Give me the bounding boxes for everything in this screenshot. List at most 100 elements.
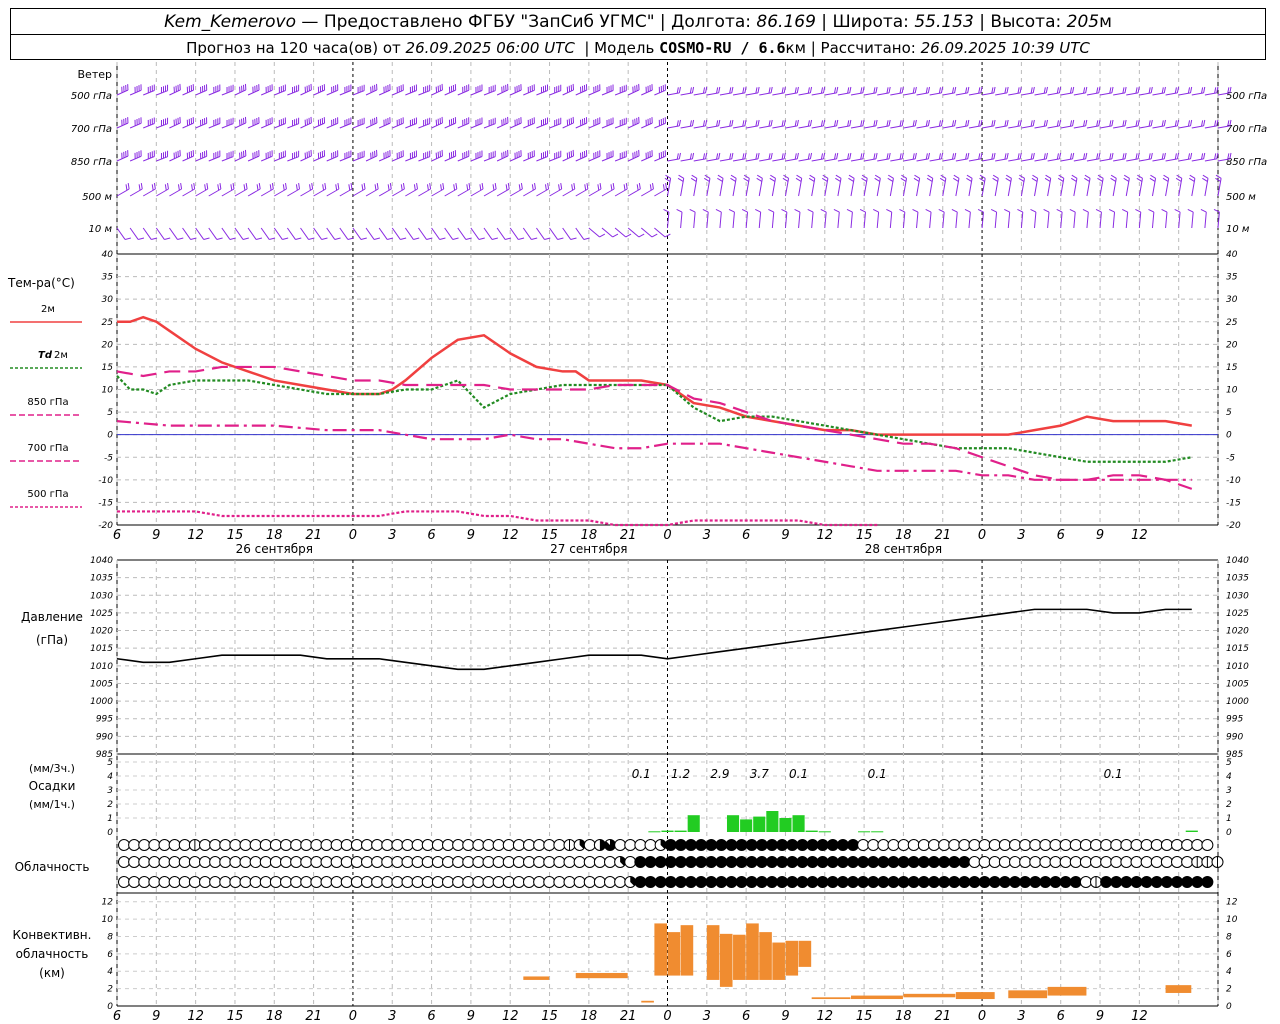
- cloud-symbol: [1181, 839, 1194, 851]
- cloud-symbol: [998, 839, 1011, 851]
- wind-barb-feather: [1163, 174, 1169, 179]
- conv-axis-title: Конвективн.: [13, 928, 92, 942]
- wind-barb-feather: [729, 120, 732, 127]
- cloud-symbol-overcast: [705, 876, 718, 888]
- wind-barb-feather: [781, 208, 788, 213]
- conv-axis-title-2: облачность: [16, 947, 89, 961]
- wind-barb-shaft: [1073, 212, 1076, 229]
- temp-y-tick-label: 25: [102, 318, 114, 328]
- wind-barb-feather: [665, 174, 671, 179]
- wind-barb-feather: [636, 184, 639, 191]
- wind-barb-shaft: [1165, 212, 1168, 229]
- cloud-symbol: [138, 839, 151, 851]
- cloud-symbol-overcast: [766, 876, 778, 888]
- conv-cloud-bar: [903, 993, 956, 998]
- wind-barb-feather: [376, 182, 379, 190]
- wind-barb-feather: [1190, 86, 1193, 94]
- precip-y-tick-label-right: 0: [1226, 828, 1232, 838]
- wind-barb-feather: [321, 237, 328, 240]
- cloud-symbol: [988, 856, 1001, 868]
- wind-barb-feather: [1175, 177, 1182, 182]
- wind-barb-shaft: [378, 227, 388, 240]
- cloud-symbol: [604, 876, 616, 888]
- model-unit: км: [785, 38, 806, 57]
- wind-barb-feather: [1135, 120, 1138, 127]
- cloud-symbol: [401, 856, 414, 868]
- cloud-symbol: [280, 856, 292, 868]
- wind-barb-feather: [901, 119, 904, 127]
- wind-barb-shaft: [1204, 212, 1207, 229]
- precip-bar: [858, 831, 871, 833]
- wind-barb-feather: [990, 208, 997, 213]
- conv-cloud-bar: [785, 940, 799, 976]
- wind-barb-feather: [1122, 87, 1125, 94]
- conv-cloud-bar: [811, 997, 851, 1000]
- wind-barb-feather: [756, 174, 763, 179]
- wind-barb-feather: [691, 152, 695, 160]
- pressure-y-tick-label: 1000: [90, 697, 113, 707]
- wind-barb-feather: [887, 177, 894, 182]
- cloud-symbol: [492, 839, 505, 851]
- wind-barb-feather: [491, 237, 498, 240]
- wind-barb-shaft: [614, 227, 627, 238]
- wind-barb-feather: [691, 119, 695, 127]
- bottom-axis-hour-tick-label: 12: [817, 1009, 834, 1024]
- cloud-symbol: [614, 839, 627, 851]
- wind-barb-feather: [1203, 152, 1206, 160]
- wind-barb-shaft: [470, 227, 480, 240]
- wind-barb-feather: [689, 120, 692, 127]
- cloud-symbol: [371, 856, 384, 868]
- cloud-symbol: [948, 839, 961, 851]
- bottom-axis-hour-tick-label: 9: [152, 1009, 160, 1024]
- pressure-y-tick-label-right: 1030: [1226, 591, 1249, 601]
- cloud-symbol: [877, 839, 890, 851]
- conv-y-tick-label: 8: [107, 932, 113, 942]
- cloud-symbol: [482, 839, 495, 851]
- wind-barb-feather: [954, 86, 957, 94]
- wind-barb-feather: [1096, 120, 1099, 127]
- wind-barb-feather: [807, 153, 810, 160]
- cloud-panel-title: Облачность: [15, 860, 90, 874]
- cloud-symbol: [472, 839, 485, 851]
- cloud-symbol-overcast: [725, 856, 738, 868]
- wind-barb-feather: [886, 208, 892, 213]
- pressure-y-tick-label: 1010: [90, 662, 113, 672]
- pressure-y-tick-label: 995: [96, 715, 113, 725]
- cloud-symbol: [968, 856, 981, 868]
- wind-barb-feather: [717, 177, 723, 182]
- cloud-symbol: [401, 876, 414, 888]
- wind-barb-feather: [1214, 87, 1217, 94]
- wind-barb-feather: [808, 177, 815, 182]
- wind-barb-shaft: [575, 227, 585, 240]
- wind-barb-feather: [245, 182, 248, 190]
- cloud-symbol-overcast: [796, 856, 809, 868]
- cloud-symbol: [867, 839, 880, 851]
- temp-axis-hour-tick-label: 12: [817, 528, 834, 543]
- wind-barb-shaft: [758, 212, 762, 229]
- precip-bar: [871, 831, 884, 833]
- bottom-axis-hour-tick-label: 6: [427, 1009, 435, 1024]
- cloud-symbol: [431, 876, 444, 888]
- wind-barb-feather: [1148, 153, 1151, 160]
- wind-barb-feather: [755, 153, 758, 160]
- cloud-symbol-overcast: [695, 856, 708, 868]
- wind-barb-feather: [361, 184, 364, 191]
- wind-barb-feather: [138, 237, 145, 240]
- precip-bar: [753, 816, 766, 832]
- cloud-symbol-overcast: [1160, 876, 1173, 888]
- wind-barb-feather: [861, 174, 868, 179]
- wind-barb-feather: [1110, 174, 1117, 179]
- wind-barb-feather: [651, 233, 658, 238]
- wind-barb-feather: [1085, 86, 1088, 94]
- wind-barb-shaft: [627, 227, 640, 238]
- cloud-symbol: [1110, 856, 1123, 868]
- cloud-symbol: [330, 876, 343, 888]
- wind-barb-feather: [702, 208, 709, 213]
- bottom-axis-hour-tick-label: 3: [703, 1009, 711, 1024]
- wind-barb-feather: [796, 86, 799, 94]
- wind-barb-feather: [768, 153, 771, 160]
- temp-series-4: [117, 510, 878, 527]
- bottom-axis-hour-tick-label: 9: [467, 1009, 475, 1024]
- wind-barb-feather: [193, 182, 196, 190]
- cloud-symbol: [280, 876, 292, 888]
